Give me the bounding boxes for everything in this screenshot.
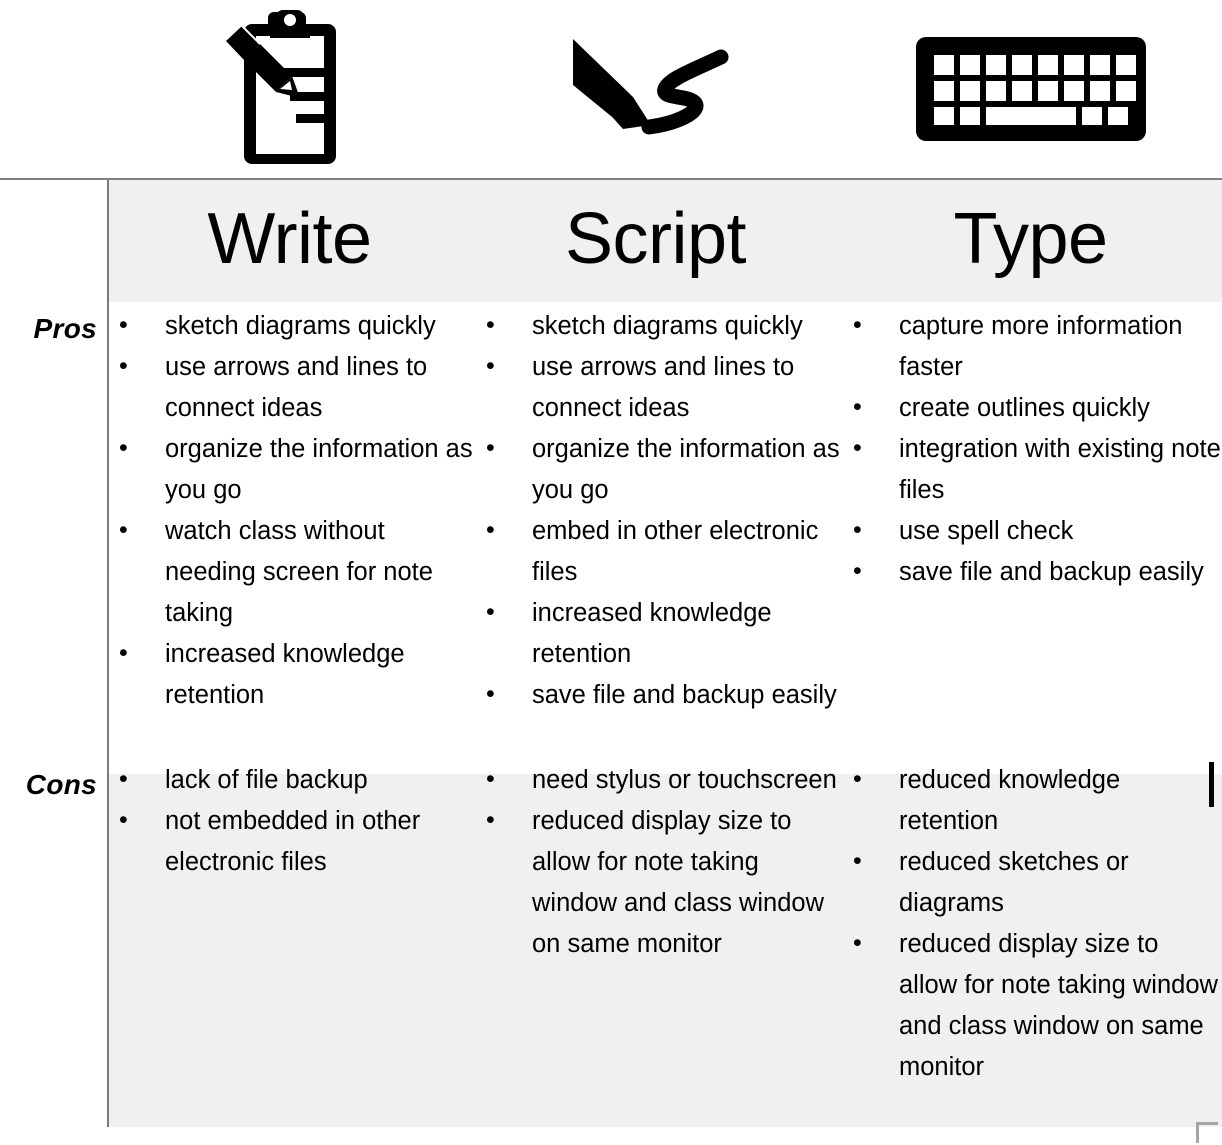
list-item: need stylus or touchscreen — [474, 759, 849, 801]
list-item: reduced display size to allow for note t… — [841, 923, 1222, 1088]
list-item: increased knowledge retention — [107, 633, 482, 716]
cell-cons-type: reduced knowledge retentionreduced sketc… — [841, 759, 1222, 1088]
clipboard-pencil-icon — [220, 10, 360, 168]
cell-pros-write: sketch diagrams quicklyuse arrows and li… — [107, 305, 482, 716]
list-item: organize the information as you go — [107, 428, 482, 511]
list-item: use spell check — [841, 510, 1222, 552]
cell-pros-type: capture more information fastercreate ou… — [841, 305, 1222, 593]
write-icon-cell — [107, 0, 472, 178]
list-item: sketch diagrams quickly — [107, 305, 482, 347]
bullet-list-cons-script: need stylus or touchscreenreduced displa… — [474, 759, 849, 965]
list-item: lack of file backup — [107, 759, 482, 801]
list-item: integration with existing note files — [841, 428, 1222, 511]
list-item: reduced knowledge retention — [841, 759, 1222, 842]
list-item: reduced sketches or diagrams — [841, 841, 1222, 924]
cell-cons-script: need stylus or touchscreenreduced displa… — [474, 759, 849, 965]
bullet-list-cons-write: lack of file backupnot embedded in other… — [107, 759, 482, 883]
cell-pros-script: sketch diagrams quicklyuse arrows and li… — [474, 305, 849, 716]
list-item: use arrows and lines to connect ideas — [474, 346, 849, 429]
bullet-list-cons-type: reduced knowledge retentionreduced sketc… — [841, 759, 1222, 1088]
list-item: save file and backup easily — [474, 674, 849, 716]
list-item: organize the information as you go — [474, 428, 849, 511]
table-resize-handle[interactable] — [1196, 1122, 1218, 1143]
column-header-script: Script — [564, 199, 747, 279]
icon-strip — [0, 0, 1222, 178]
list-item: create outlines quickly — [841, 387, 1222, 429]
list-item: embed in other electronic files — [474, 510, 849, 593]
column-header-write: Write — [207, 199, 372, 279]
list-item: use arrows and lines to connect ideas — [107, 346, 482, 429]
keyboard-icon — [915, 37, 1146, 141]
bullet-list-pros-type: capture more information fastercreate ou… — [841, 305, 1222, 593]
bullet-list-pros-script: sketch diagrams quicklyuse arrows and li… — [474, 305, 849, 716]
list-item: not embedded in other electronic files — [107, 800, 482, 883]
list-item: capture more information faster — [841, 305, 1222, 388]
text-cursor-caret — [1209, 762, 1214, 807]
type-icon-cell — [839, 0, 1222, 178]
stylus-script-icon — [571, 29, 741, 149]
list-item: increased knowledge retention — [474, 592, 849, 675]
list-item: sketch diagrams quickly — [474, 305, 849, 347]
bullet-list-pros-write: sketch diagrams quicklyuse arrows and li… — [107, 305, 482, 716]
list-item: reduced display size to allow for note t… — [474, 800, 849, 965]
script-icon-cell — [472, 0, 839, 178]
comparison-table: Write Script Type Pros Cons sketch diagr… — [0, 178, 1222, 1127]
list-item: save file and backup easily — [841, 551, 1222, 593]
row-label-pros: Pros — [33, 313, 97, 344]
cell-cons-write: lack of file backupnot embedded in other… — [107, 759, 482, 883]
list-item: watch class without needing screen for n… — [107, 510, 482, 634]
row-label-cons: Cons — [25, 769, 97, 800]
column-header-type: Type — [953, 199, 1108, 279]
